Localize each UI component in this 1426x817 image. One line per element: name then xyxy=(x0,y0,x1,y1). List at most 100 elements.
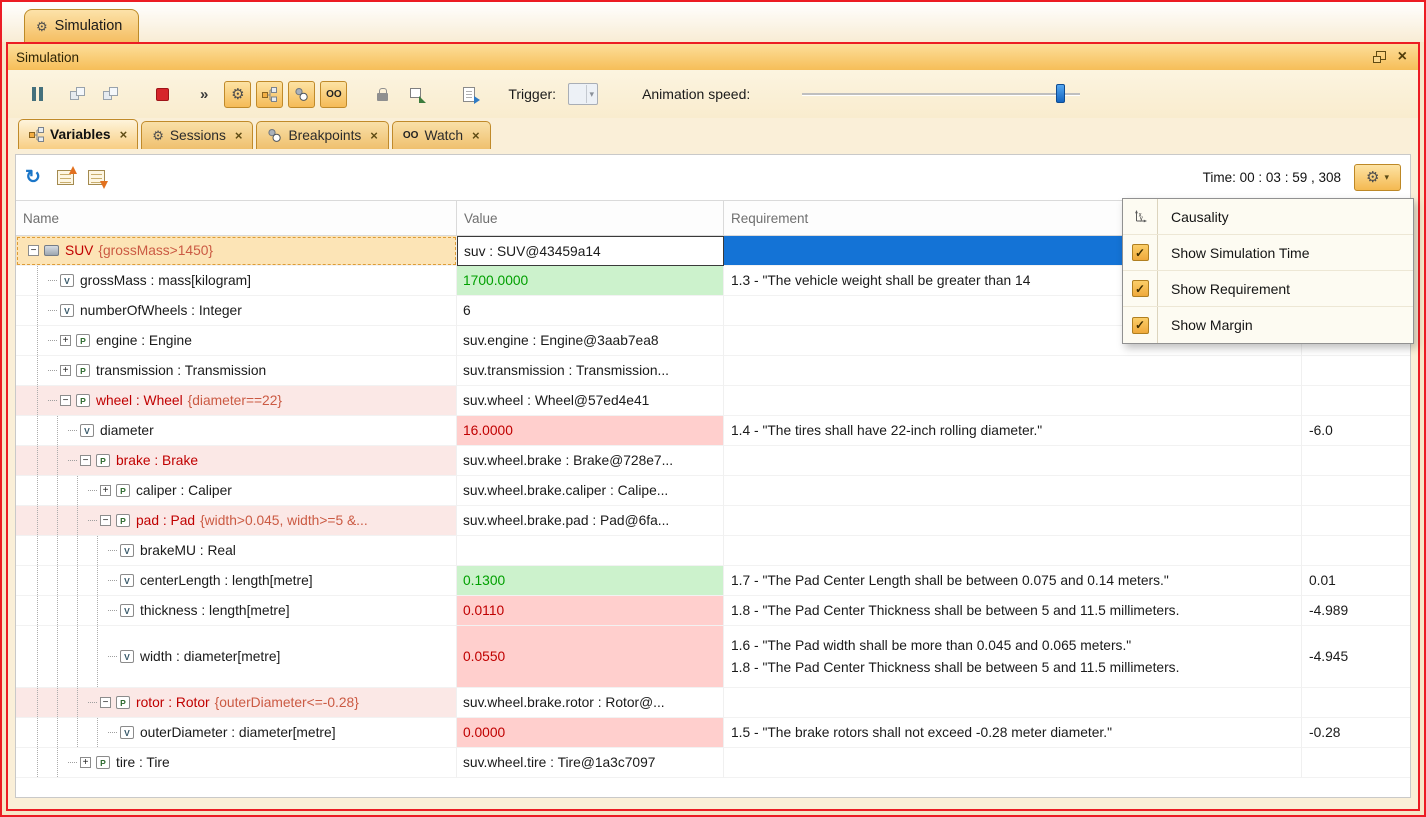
stop-button[interactable] xyxy=(149,81,176,108)
trigger-select[interactable]: ▾ xyxy=(568,83,598,105)
name-cell[interactable]: VnumberOfWheels : Integer xyxy=(16,296,457,326)
table-row[interactable]: −Ppad : Pad{width>0.045, width>=5 &...su… xyxy=(16,506,1410,536)
slider-handle[interactable] xyxy=(1056,84,1065,103)
menu-item-show-margin[interactable]: ✓Show Margin xyxy=(1123,307,1413,343)
value-cell[interactable]: 6 xyxy=(457,296,724,326)
requirement-cell[interactable] xyxy=(724,506,1302,536)
settings-toggle-button[interactable]: ⚙ xyxy=(224,81,251,108)
margin-cell[interactable]: -4.989 xyxy=(1302,596,1410,626)
expand-icon[interactable]: + xyxy=(80,757,91,768)
table-row[interactable]: +Ptire : Tiresuv.wheel.tire : Tire@1a3c7… xyxy=(16,748,1410,778)
value-cell[interactable]: suv.engine : Engine@3aab7ea8 xyxy=(457,326,724,356)
value-cell[interactable]: suv.transmission : Transmission... xyxy=(457,356,724,386)
name-cell[interactable]: −Pwheel : Wheel{diameter==22} xyxy=(16,386,457,416)
variables-toggle-button[interactable] xyxy=(256,81,283,108)
close-icon[interactable]: × xyxy=(472,128,480,143)
step-over-button[interactable] xyxy=(98,81,125,108)
value-cell[interactable]: suv.wheel.brake : Brake@728e7... xyxy=(457,446,724,476)
checkbox-icon[interactable]: ✓ xyxy=(1132,317,1149,334)
name-cell[interactable]: VouterDiameter : diameter[metre] xyxy=(16,718,457,748)
margin-cell[interactable] xyxy=(1302,446,1410,476)
name-cell[interactable]: Vwidth : diameter[metre] xyxy=(16,626,457,688)
step-into-button[interactable] xyxy=(65,81,92,108)
margin-cell[interactable] xyxy=(1302,748,1410,778)
value-cell[interactable]: suv.wheel.brake.rotor : Rotor@... xyxy=(457,688,724,718)
value-cell[interactable]: suv : SUV@43459a14 xyxy=(457,236,724,266)
collapse-icon[interactable]: − xyxy=(80,455,91,466)
value-cell[interactable]: 0.0000 xyxy=(457,718,724,748)
tab-watch[interactable]: OOWatch× xyxy=(392,121,491,149)
collapse-icon[interactable]: − xyxy=(60,395,71,406)
requirement-cell[interactable] xyxy=(724,386,1302,416)
margin-cell[interactable] xyxy=(1302,506,1410,536)
table-row[interactable]: Vdiameter16.00001.4 - "The tires shall h… xyxy=(16,416,1410,446)
table-row[interactable]: VbrakeMU : Real xyxy=(16,536,1410,566)
menu-item-show-requirement[interactable]: ✓Show Requirement xyxy=(1123,271,1413,307)
expand-icon[interactable]: + xyxy=(60,335,71,346)
pause-button[interactable] xyxy=(24,81,51,108)
document-tab-simulation[interactable]: ⚙ Simulation xyxy=(24,9,139,42)
requirement-cell[interactable]: 1.5 - "The brake rotors shall not exceed… xyxy=(724,718,1302,748)
column-header-name[interactable]: Name xyxy=(16,201,457,235)
name-cell[interactable]: −Protor : Rotor{outerDiameter<=-0.28} xyxy=(16,688,457,718)
name-cell[interactable]: −Pbrake : Brake xyxy=(16,446,457,476)
requirement-cell[interactable]: 1.8 - "The Pad Center Thickness shall be… xyxy=(724,596,1302,626)
value-cell[interactable]: suv.wheel.tire : Tire@1a3c7097 xyxy=(457,748,724,778)
animation-speed-slider[interactable] xyxy=(802,81,1080,107)
import-values-icon[interactable] xyxy=(88,170,105,185)
table-row[interactable]: VcenterLength : length[metre]0.13001.7 -… xyxy=(16,566,1410,596)
requirement-cell[interactable] xyxy=(724,748,1302,778)
tab-breakpoints[interactable]: Breakpoints× xyxy=(256,121,388,149)
tab-sessions[interactable]: ⚙Sessions× xyxy=(141,121,253,149)
margin-cell[interactable] xyxy=(1302,356,1410,386)
table-row[interactable]: −Pbrake : Brakesuv.wheel.brake : Brake@7… xyxy=(16,446,1410,476)
expand-icon[interactable]: + xyxy=(60,365,71,376)
checkbox-icon[interactable]: ✓ xyxy=(1132,244,1149,261)
margin-cell[interactable] xyxy=(1302,688,1410,718)
float-window-icon[interactable] xyxy=(1373,51,1386,63)
name-cell[interactable]: VcenterLength : length[metre] xyxy=(16,566,457,596)
column-header-value[interactable]: Value xyxy=(457,201,724,235)
name-cell[interactable]: −SUV{grossMass>1450} xyxy=(16,236,457,266)
name-cell[interactable]: VgrossMass : mass[kilogram] xyxy=(16,266,457,296)
value-cell[interactable]: 0.0550 xyxy=(457,626,724,688)
name-cell[interactable]: Vdiameter xyxy=(16,416,457,446)
console-button[interactable] xyxy=(455,81,482,108)
table-row[interactable]: +Ptransmission : Transmissionsuv.transmi… xyxy=(16,356,1410,386)
requirement-cell[interactable]: 1.4 - "The tires shall have 22-inch roll… xyxy=(724,416,1302,446)
value-cell[interactable]: suv.wheel.brake.pad : Pad@6fa... xyxy=(457,506,724,536)
value-cell[interactable]: 1700.0000 xyxy=(457,266,724,296)
close-icon[interactable]: × xyxy=(370,128,378,143)
close-icon[interactable]: × xyxy=(1398,49,1407,65)
value-cell[interactable]: suv.wheel.brake.caliper : Calipe... xyxy=(457,476,724,506)
value-cell[interactable]: suv.wheel : Wheel@57ed4e41 xyxy=(457,386,724,416)
requirement-cell[interactable] xyxy=(724,446,1302,476)
collapse-icon[interactable]: − xyxy=(100,697,111,708)
name-cell[interactable]: VbrakeMU : Real xyxy=(16,536,457,566)
table-row[interactable]: −Protor : Rotor{outerDiameter<=-0.28}suv… xyxy=(16,688,1410,718)
margin-cell[interactable]: -4.945 xyxy=(1302,626,1410,688)
table-row[interactable]: +Pcaliper : Calipersuv.wheel.brake.calip… xyxy=(16,476,1410,506)
margin-cell[interactable] xyxy=(1302,536,1410,566)
value-cell[interactable]: 16.0000 xyxy=(457,416,724,446)
requirement-cell[interactable] xyxy=(724,688,1302,718)
margin-cell[interactable]: 0.01 xyxy=(1302,566,1410,596)
toolbar-overflow-chevron[interactable]: » xyxy=(200,86,208,103)
close-icon[interactable]: × xyxy=(120,127,128,142)
watch-toggle-button[interactable]: OO xyxy=(320,81,347,108)
close-icon[interactable]: × xyxy=(235,128,243,143)
table-row[interactable]: Vwidth : diameter[metre]0.05501.6 - "The… xyxy=(16,626,1410,688)
export-values-icon[interactable] xyxy=(57,170,74,185)
name-cell[interactable]: +Pcaliper : Caliper xyxy=(16,476,457,506)
value-cell[interactable]: 0.0110 xyxy=(457,596,724,626)
collapse-icon[interactable]: − xyxy=(100,515,111,526)
settings-dropdown-button[interactable]: ⚙ ▾ xyxy=(1354,164,1401,191)
value-cell[interactable]: 0.1300 xyxy=(457,566,724,596)
table-row[interactable]: Vthickness : length[metre]0.01101.8 - "T… xyxy=(16,596,1410,626)
requirement-cell[interactable] xyxy=(724,476,1302,506)
collapse-icon[interactable]: − xyxy=(28,245,39,256)
name-cell[interactable]: +Pengine : Engine xyxy=(16,326,457,356)
expand-icon[interactable]: + xyxy=(100,485,111,496)
lock-button[interactable] xyxy=(369,81,396,108)
export-window-button[interactable] xyxy=(404,81,431,108)
